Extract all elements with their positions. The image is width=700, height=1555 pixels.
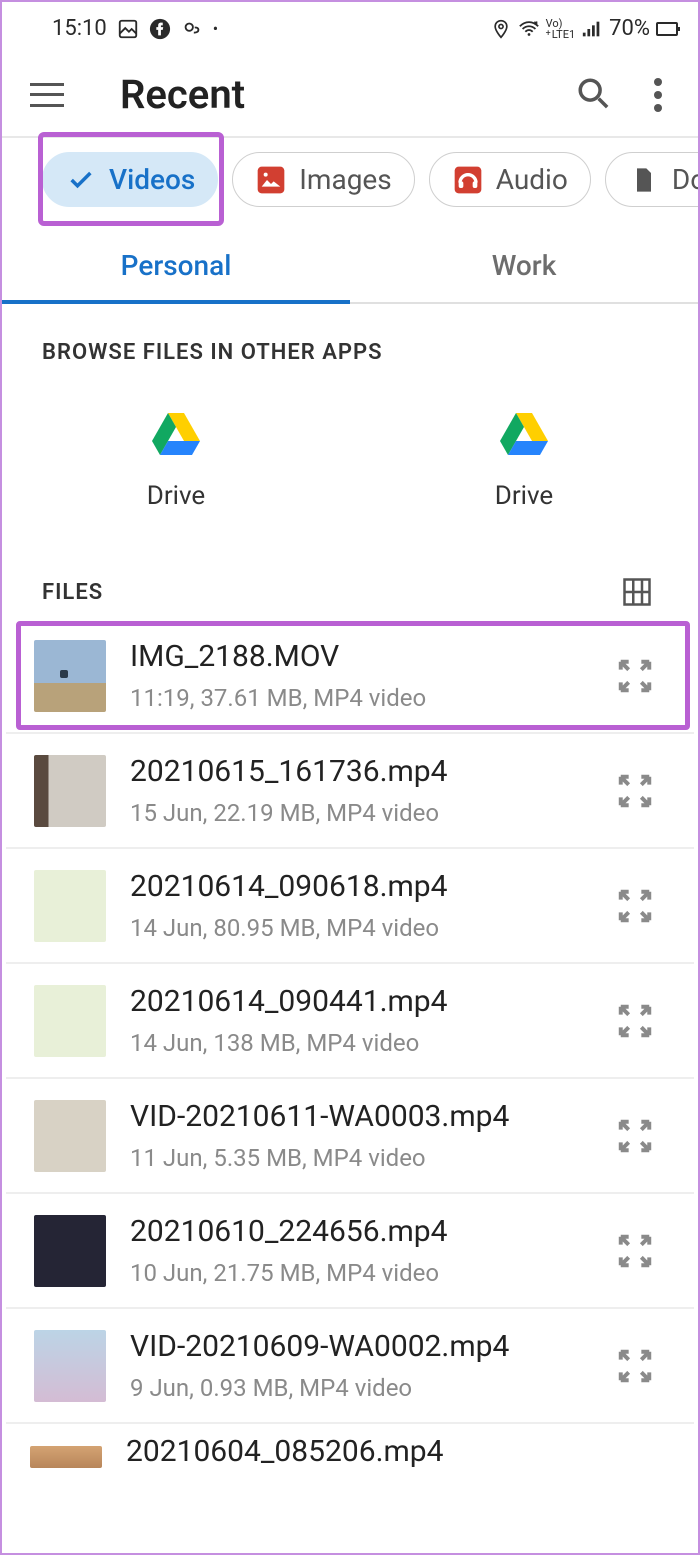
- file-meta: 15 Jun, 22.19 MB, MP4 video: [130, 799, 598, 827]
- image-icon: [255, 164, 287, 196]
- file-name: 20210614_090441.mp4: [130, 984, 598, 1019]
- file-name: IMG_2188.MOV: [130, 639, 598, 674]
- files-header: FILES: [2, 533, 698, 617]
- file-row[interactable]: 20210614_090618.mp4 14 Jun, 80.95 MB, MP4…: [6, 849, 694, 964]
- file-meta: 14 Jun, 138 MB, MP4 video: [130, 1029, 598, 1057]
- file-thumbnail: [34, 985, 106, 1057]
- file-thumbnail: [34, 1100, 106, 1172]
- file-row[interactable]: 20210615_161736.mp4 15 Jun, 22.19 MB, MP4…: [6, 734, 694, 849]
- tab-work[interactable]: Work: [350, 225, 698, 302]
- file-thumbnail: [34, 640, 106, 712]
- facebook-icon: [149, 18, 171, 40]
- status-bar: 15:10 • Vo)+LTE1 70%: [2, 2, 698, 49]
- grid-view-icon[interactable]: [622, 577, 652, 607]
- drive-icon: [500, 411, 548, 459]
- expand-icon[interactable]: [616, 1347, 654, 1385]
- expand-icon[interactable]: [616, 1117, 654, 1155]
- file-name: 20210614_090618.mp4: [130, 869, 598, 904]
- battery-percent: 70%: [609, 16, 650, 41]
- tab-personal[interactable]: Personal: [2, 225, 350, 302]
- chip-documents[interactable]: Doc: [605, 152, 698, 207]
- drive-icon: [152, 411, 200, 459]
- chip-label: Doc: [672, 163, 698, 196]
- battery-icon: [656, 22, 678, 36]
- chip-images[interactable]: Images: [232, 152, 414, 207]
- wifi-icon: [518, 18, 540, 40]
- file-row[interactable]: 20210614_090441.mp4 14 Jun, 138 MB, MP4 v…: [6, 964, 694, 1079]
- weather-icon: [181, 18, 203, 40]
- file-meta: 11 Jun, 5.35 MB, MP4 video: [130, 1144, 598, 1172]
- dot-icon: •: [213, 19, 218, 38]
- browse-header: BROWSE FILES IN OTHER APPS: [2, 304, 698, 365]
- location-icon: [490, 18, 512, 40]
- file-list: IMG_2188.MOV 11:19, 37.61 MB, MP4 video 20…: [2, 617, 698, 1424]
- app-grid: Drive Drive: [2, 365, 698, 533]
- app-drive[interactable]: Drive: [350, 411, 698, 511]
- file-meta: 10 Jun, 21.75 MB, MP4 video: [130, 1259, 598, 1287]
- page-title: Recent: [120, 71, 576, 118]
- document-icon: [628, 164, 660, 196]
- search-icon[interactable]: [576, 76, 610, 114]
- app-label: Drive: [147, 481, 205, 511]
- chip-label: Audio: [496, 163, 568, 196]
- lte-icon: Vo)+LTE1: [546, 18, 576, 40]
- file-meta: 11:19, 37.61 MB, MP4 video: [130, 684, 598, 712]
- file-row-partial[interactable]: 20210604_085206.mp4: [2, 1424, 698, 1479]
- file-meta: 9 Jun, 0.93 MB, MP4 video: [130, 1374, 598, 1402]
- profile-tabs: Personal Work: [2, 225, 698, 304]
- audio-icon: [452, 164, 484, 196]
- picture-icon: [117, 18, 139, 40]
- file-name: 20210604_085206.mp4: [126, 1434, 658, 1469]
- file-thumbnail: [34, 1215, 106, 1287]
- more-icon[interactable]: [654, 78, 662, 112]
- app-drive[interactable]: Drive: [2, 411, 350, 511]
- file-row[interactable]: VID-20210611-WA0003.mp4 11 Jun, 5.35 MB, …: [6, 1079, 694, 1194]
- app-label: Drive: [495, 481, 553, 511]
- file-name: 20210610_224656.mp4: [130, 1214, 598, 1249]
- signal-icon: [581, 18, 603, 40]
- menu-icon[interactable]: [30, 83, 64, 107]
- expand-icon[interactable]: [616, 657, 654, 695]
- file-thumbnail: [34, 755, 106, 827]
- expand-icon[interactable]: [616, 1002, 654, 1040]
- file-row[interactable]: 20210610_224656.mp4 10 Jun, 21.75 MB, MP4…: [6, 1194, 694, 1309]
- annotation-highlight: [38, 132, 224, 226]
- file-meta: 14 Jun, 80.95 MB, MP4 video: [130, 914, 598, 942]
- files-label: FILES: [42, 580, 103, 605]
- expand-icon[interactable]: [616, 1232, 654, 1270]
- file-name: VID-20210611-WA0003.mp4: [130, 1099, 598, 1134]
- file-thumbnail: [34, 870, 106, 942]
- file-thumbnail: [30, 1446, 102, 1468]
- file-name: VID-20210609-WA0002.mp4: [130, 1329, 598, 1364]
- clock: 15:10: [52, 16, 107, 41]
- file-row[interactable]: IMG_2188.MOV 11:19, 37.61 MB, MP4 video: [6, 617, 694, 734]
- app-toolbar: Recent: [2, 49, 698, 136]
- file-thumbnail: [34, 1330, 106, 1402]
- file-name: 20210615_161736.mp4: [130, 754, 598, 789]
- expand-icon[interactable]: [616, 772, 654, 810]
- expand-icon[interactable]: [616, 887, 654, 925]
- chip-label: Images: [299, 163, 391, 196]
- file-row[interactable]: VID-20210609-WA0002.mp4 9 Jun, 0.93 MB, M…: [6, 1309, 694, 1424]
- chip-audio[interactable]: Audio: [429, 152, 591, 207]
